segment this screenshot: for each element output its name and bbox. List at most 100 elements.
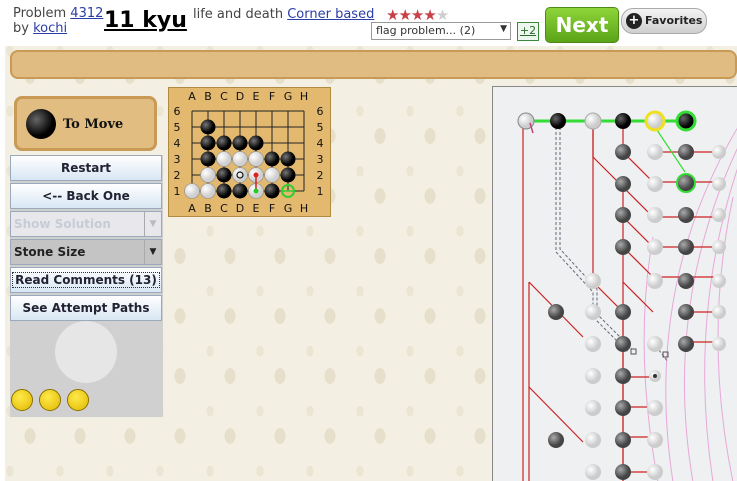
smiley-icon [11, 389, 33, 411]
by-prefix: by [13, 21, 29, 36]
to-move-indicator: To Move [14, 96, 157, 151]
favorites-label: Favorites [645, 14, 703, 27]
plus-icon: + [626, 13, 642, 29]
column-label: F [269, 90, 275, 103]
green-dot-marker [253, 188, 259, 194]
tree-node[interactable] [584, 112, 602, 130]
column-label: A [188, 90, 196, 103]
read-comments-button[interactable]: Read Comments (13) [10, 267, 162, 293]
black-stone-icon [26, 109, 56, 139]
white-stone [200, 167, 216, 183]
show-solution-label: Show Solution [14, 217, 111, 231]
restart-button[interactable]: Restart [10, 155, 162, 181]
message-bar [10, 50, 737, 79]
row-label: 4 [317, 137, 324, 150]
next-button[interactable]: Next [545, 7, 619, 43]
white-stone [232, 167, 248, 183]
column-label: D [236, 202, 244, 215]
top-bar: Problem 4312 by kochi 11 kyu life and de… [0, 0, 737, 46]
white-stone [264, 167, 280, 183]
go-board[interactable]: AABBCCDDEEFFGGHH665544332211 [168, 87, 331, 217]
white-stone [232, 151, 248, 167]
tree-node[interactable] [615, 113, 631, 129]
column-label: C [220, 202, 228, 215]
smiley-icon [67, 389, 89, 411]
black-stone [264, 151, 280, 167]
row-label: 5 [317, 121, 324, 134]
chevron-down-icon: ▼ [144, 240, 161, 264]
column-label: B [204, 90, 212, 103]
column-label: H [300, 202, 308, 215]
column-label: E [253, 202, 260, 215]
column-label: A [188, 202, 196, 215]
row-label: 1 [174, 185, 181, 198]
tree-node[interactable] [676, 173, 696, 193]
tree-marker [630, 348, 637, 355]
black-stone [200, 119, 216, 135]
black-stone [264, 183, 280, 199]
stone-size-label: Stone Size [14, 245, 86, 259]
black-stone [216, 167, 232, 183]
black-stone [248, 135, 264, 151]
black-stone [200, 151, 216, 167]
problem-prefix: Problem [13, 6, 67, 21]
column-label: B [204, 202, 212, 215]
read-comments-label: Read Comments (13) [12, 272, 160, 288]
chevron-down-icon: ▼ [500, 24, 507, 34]
vote-button[interactable]: +2 [517, 22, 539, 41]
row-label: 3 [174, 153, 181, 166]
column-label: G [284, 90, 293, 103]
author-link[interactable]: kochi [33, 21, 67, 36]
smiley-icon [39, 389, 61, 411]
column-label: D [236, 90, 244, 103]
column-label: G [284, 202, 293, 215]
tree-red-lines [522, 122, 723, 481]
category-label: life and death [193, 7, 284, 22]
row-label: 4 [174, 137, 181, 150]
move-tree[interactable] [492, 86, 737, 481]
back-one-button[interactable]: <-- Back One [10, 183, 162, 209]
attempt-paths-button[interactable]: See Attempt Paths [10, 295, 162, 321]
black-stone [216, 135, 232, 151]
white-stone [184, 183, 200, 199]
flag-select-value: flag problem... (2) [376, 24, 476, 37]
column-label: H [300, 90, 308, 103]
white-stone [200, 183, 216, 199]
favorites-button[interactable]: + Favorites [621, 8, 707, 34]
white-stone [248, 151, 264, 167]
go-board-svg[interactable]: AABBCCDDEEFFGGHH6 65 54 43 32 21 1 [169, 88, 330, 216]
row-label: 3 [317, 153, 324, 166]
white-stone [216, 151, 232, 167]
tree-node[interactable] [550, 113, 566, 129]
black-stone [216, 183, 232, 199]
column-label: E [253, 90, 260, 103]
row-label: 2 [317, 169, 324, 182]
row-label: 2 [174, 169, 181, 182]
chevron-down-icon: ▼ [144, 212, 161, 236]
to-move-label: To Move [63, 117, 124, 132]
show-solution-select[interactable]: Show Solution ▼ [10, 211, 162, 237]
row-label: 6 [317, 105, 324, 118]
column-label: F [269, 202, 275, 215]
row-label: 5 [174, 121, 181, 134]
flag-problem-select[interactable]: flag problem... (2) ▼ [371, 22, 511, 40]
problem-number-link[interactable]: 4312 [70, 6, 103, 21]
control-panel: Restart <-- Back One Show Solution ▼ Sto… [10, 155, 163, 417]
black-stone [280, 167, 296, 183]
tree-node[interactable] [675, 110, 697, 132]
placeholder-circle [55, 321, 117, 383]
tree-node-current[interactable] [644, 110, 666, 132]
black-stone [280, 151, 296, 167]
problem-rank: 11 kyu [104, 8, 187, 33]
column-label: C [220, 90, 228, 103]
row-label: 1 [317, 185, 324, 198]
move-tree-svg[interactable] [493, 87, 737, 481]
black-stone [200, 135, 216, 151]
problem-meta: Problem 4312 by kochi [13, 6, 103, 36]
subcategory-link[interactable]: Corner based [287, 7, 374, 22]
red-dot-marker [253, 172, 259, 178]
tree-dot [653, 374, 657, 378]
row-label: 6 [174, 105, 181, 118]
stone-size-select[interactable]: Stone Size ▼ [10, 239, 162, 265]
black-stone [232, 183, 248, 199]
